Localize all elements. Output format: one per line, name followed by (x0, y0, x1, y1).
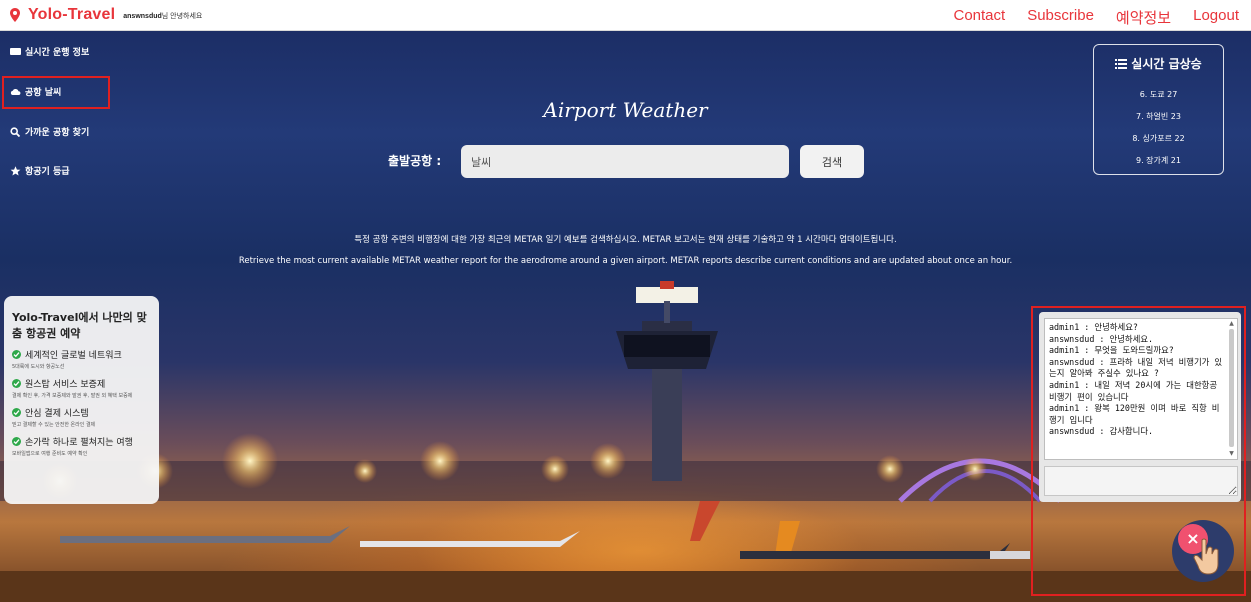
promo-item: 세계적인 글로벌 네트워크 5대륙에 도시와 항공노선 (12, 348, 152, 371)
check-circle-icon (12, 408, 21, 417)
list-icon (1115, 58, 1128, 69)
username: answnsdud (123, 13, 162, 20)
promo-item-sub: 5대륙에 도시와 항공노선 (12, 364, 65, 370)
trending-item[interactable]: 7. 하얼빈 23 (1094, 106, 1223, 128)
chat-scrollbar[interactable]: ▲ ▼ (1228, 321, 1235, 457)
departure-airport-input[interactable] (461, 145, 789, 178)
chat-close-button[interactable]: × (1172, 520, 1234, 582)
monitor-icon (10, 47, 21, 55)
chat-log[interactable]: admin1 : 안녕하세요? answnsdud : 안녕하세요. admin… (1044, 318, 1238, 460)
promo-item-sub: 결제 확인 후, 가격 보증제와 발권 후, 발권 외 혜택 보증제 (12, 393, 133, 399)
chat-message: admin1 : 안녕하세요? (1049, 322, 1138, 332)
trending-item[interactable]: 6. 도쿄 27 (1094, 84, 1223, 106)
description-korean: 특정 공항 주변의 비행장에 대한 가장 최근의 METAR 일기 예보를 검색… (354, 235, 897, 245)
trending-list: 6. 도쿄 27 7. 하얼빈 23 8. 싱가포르 22 9. 장가계 21 (1094, 84, 1223, 172)
sidebar-item-aircraft-class[interactable]: 항공기 등급 (10, 164, 70, 177)
scroll-up-icon[interactable]: ▲ (1228, 321, 1235, 327)
hand-pointer-icon (1193, 538, 1219, 575)
departure-airport-label: 출발공항 : (388, 154, 442, 168)
promo-item-heading: 안심 결제 시스템 (25, 409, 89, 419)
check-circle-icon (12, 350, 21, 359)
scroll-down-icon[interactable]: ▼ (1228, 451, 1235, 457)
description-english: Retrieve the most current available META… (238, 256, 1013, 266)
search-button[interactable]: 검색 (800, 145, 864, 178)
brand[interactable]: Yolo-Travel answnsdud님 안녕하세요 (10, 6, 202, 24)
sidebar-item-label: 실시간 운행 정보 (25, 48, 90, 58)
promo-title: Yolo-Travel에서 나만의 맞춤 항공권 예약 (12, 311, 147, 340)
top-nav: Contact Subscribe 예약정보 Logout (954, 7, 1240, 28)
chat-message: admin1 : 내일 저녁 20시에 가는 대한항공 비행기 편이 있습니다 (1049, 379, 1218, 402)
nav-logout[interactable]: Logout (1193, 7, 1239, 28)
search-icon (10, 126, 21, 137)
trending-title: 실시간 급상승 (1094, 55, 1223, 72)
greeting-suffix: 님 안녕하세요 (161, 13, 203, 20)
nav-reservation-info[interactable]: 예약정보 (1116, 7, 1171, 28)
page-title: Airport Weather (543, 98, 708, 122)
chat-message: answnsdud : 감사합니다. (1049, 426, 1154, 437)
trending-title-text: 실시간 급상승 (1131, 57, 1202, 71)
location-pin-icon (10, 8, 20, 22)
star-icon (10, 165, 21, 175)
sidebar-item-live-flight-info[interactable]: 실시간 운행 정보 (10, 45, 89, 58)
sidebar-item-label: 가까운 공항 찾기 (25, 128, 90, 138)
promo-item-heading: 원스탑 서비스 보증제 (25, 380, 106, 390)
promo-item-sub: 모바일앱으로 여행 준비도 예약 확인 (12, 451, 88, 457)
trending-item[interactable]: 9. 장가계 21 (1094, 150, 1223, 172)
promo-item-sub: 믿고 결제할 수 있는 안전한 온라인 결제 (12, 422, 96, 428)
check-circle-icon (12, 379, 21, 388)
promo-item: 손가락 하나로 펼쳐지는 여행 모바일앱으로 여행 준비도 예약 확인 (12, 435, 152, 458)
promo-card: Yolo-Travel에서 나만의 맞춤 항공권 예약 세계적인 글로벌 네트워… (4, 296, 159, 504)
top-navbar: Yolo-Travel answnsdud님 안녕하세요 Contact Sub… (0, 0, 1251, 31)
promo-item-heading: 세계적인 글로벌 네트워크 (25, 351, 122, 361)
sidebar-item-label: 항공기 등급 (25, 167, 70, 177)
promo-item: 안심 결제 시스템 믿고 결제할 수 있는 안전한 온라인 결제 (12, 406, 152, 429)
brand-name[interactable]: Yolo-Travel (28, 6, 115, 24)
trending-panel: 실시간 급상승 6. 도쿄 27 7. 하얼빈 23 8. 싱가포르 22 9.… (1093, 44, 1224, 175)
trending-item[interactable]: 8. 싱가포르 22 (1094, 128, 1223, 150)
chat-message: answnsdud : 안녕하세요. (1049, 333, 1154, 344)
chat-message: answnsdud : 프라하 내일 저녁 비행기가 있는지 알아봐 주실수 있… (1049, 356, 1223, 379)
nav-subscribe[interactable]: Subscribe (1027, 7, 1094, 28)
nav-contact[interactable]: Contact (954, 7, 1006, 28)
user-greeting: answnsdud님 안녕하세요 (123, 11, 202, 21)
check-circle-icon (12, 437, 21, 446)
chat-input[interactable] (1044, 466, 1238, 496)
scrollbar-thumb[interactable] (1229, 329, 1234, 447)
promo-item-heading: 손가락 하나로 펼쳐지는 여행 (25, 438, 133, 448)
promo-item: 원스탑 서비스 보증제 결제 확인 후, 가격 보증제와 발권 후, 발권 외 … (12, 377, 152, 400)
chat-message: admin1 : 무엇을 도와드릴까요? (1049, 345, 1174, 356)
sidebar-item-nearby-airport[interactable]: 가까운 공항 찾기 (10, 125, 89, 138)
chat-message: admin1 : 왕복 120만원 이며 바로 직항 비행기 입니다 (1049, 403, 1220, 425)
